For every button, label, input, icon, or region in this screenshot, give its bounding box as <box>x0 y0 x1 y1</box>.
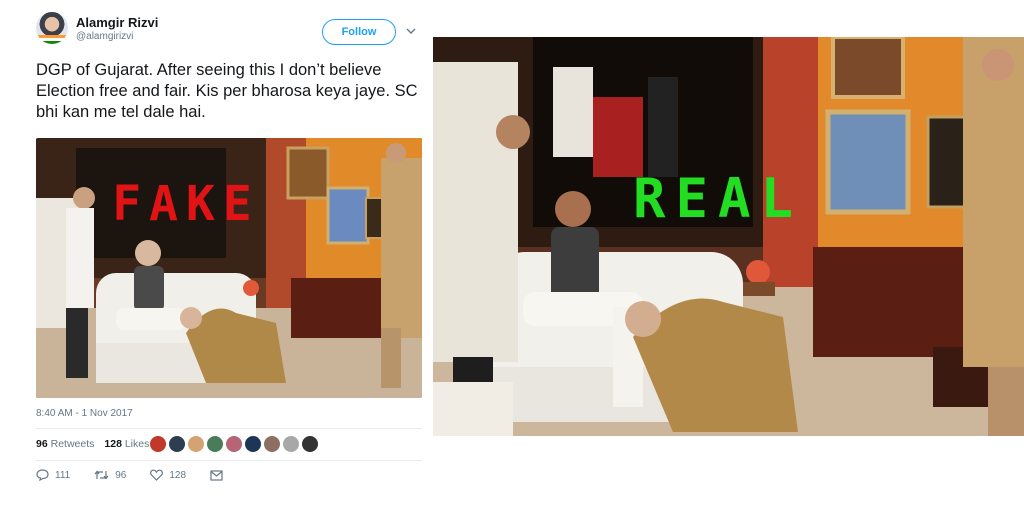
user-name[interactable]: Alamgir Rizvi <box>76 15 158 30</box>
heart-icon <box>150 469 164 481</box>
likes-label: Likes <box>124 438 150 450</box>
liker-avatar[interactable] <box>207 436 223 452</box>
avatar-flag <box>36 35 68 44</box>
message-action[interactable] <box>210 469 223 481</box>
liker-avatar[interactable] <box>302 436 318 452</box>
liker-avatar[interactable] <box>226 436 242 452</box>
liker-avatar[interactable] <box>188 436 204 452</box>
reply-count: 111 <box>55 469 71 481</box>
tweet-actions: 111 96 128 <box>36 469 247 481</box>
tweet-text: DGP of Gujarat. After seeing this I don’… <box>36 61 418 121</box>
user-handle[interactable]: @alamgirizvi <box>76 31 133 42</box>
divider <box>36 428 422 429</box>
envelope-icon <box>210 469 223 481</box>
tweet-photo[interactable]: FAKE <box>36 138 422 398</box>
retweet-icon <box>94 470 109 480</box>
liker-avatar[interactable] <box>283 436 299 452</box>
reply-action[interactable]: 111 <box>36 469 70 481</box>
retweets-label: Retweets <box>50 438 95 450</box>
real-scene-image: REAL <box>433 37 1024 436</box>
reply-icon <box>36 469 49 481</box>
like-action[interactable]: 128 <box>150 469 186 481</box>
real-photo: REAL <box>433 37 1024 436</box>
liker-avatar[interactable] <box>150 436 166 452</box>
retweet-action[interactable]: 96 <box>94 469 126 481</box>
fake-overlay-label: FAKE <box>112 176 260 232</box>
fake-scene-image: FAKE <box>36 138 422 398</box>
likes-stat[interactable]: 128 Likes <box>104 438 149 450</box>
liker-avatar[interactable] <box>264 436 280 452</box>
follow-button[interactable]: Follow <box>322 19 396 45</box>
like-count: 128 <box>169 469 187 481</box>
liker-avatar[interactable] <box>245 436 261 452</box>
retweet-count: 96 <box>115 469 127 481</box>
retweets-count: 96 <box>36 438 48 450</box>
tweet-timestamp[interactable]: 8:40 AM - 1 Nov 2017 <box>36 408 133 419</box>
likes-count: 128 <box>104 438 122 450</box>
liker-avatars <box>150 436 318 452</box>
divider <box>36 460 422 461</box>
real-overlay-label: REAL <box>633 167 803 230</box>
user-avatar[interactable] <box>36 12 68 44</box>
tweet-stats: 96 Retweets 128 Likes <box>36 438 149 450</box>
chevron-down-icon[interactable] <box>406 26 416 36</box>
tweet-card: Alamgir Rizvi @alamgirizvi Follow DGP of… <box>30 8 430 504</box>
liker-avatar[interactable] <box>169 436 185 452</box>
retweets-stat[interactable]: 96 Retweets <box>36 438 94 450</box>
